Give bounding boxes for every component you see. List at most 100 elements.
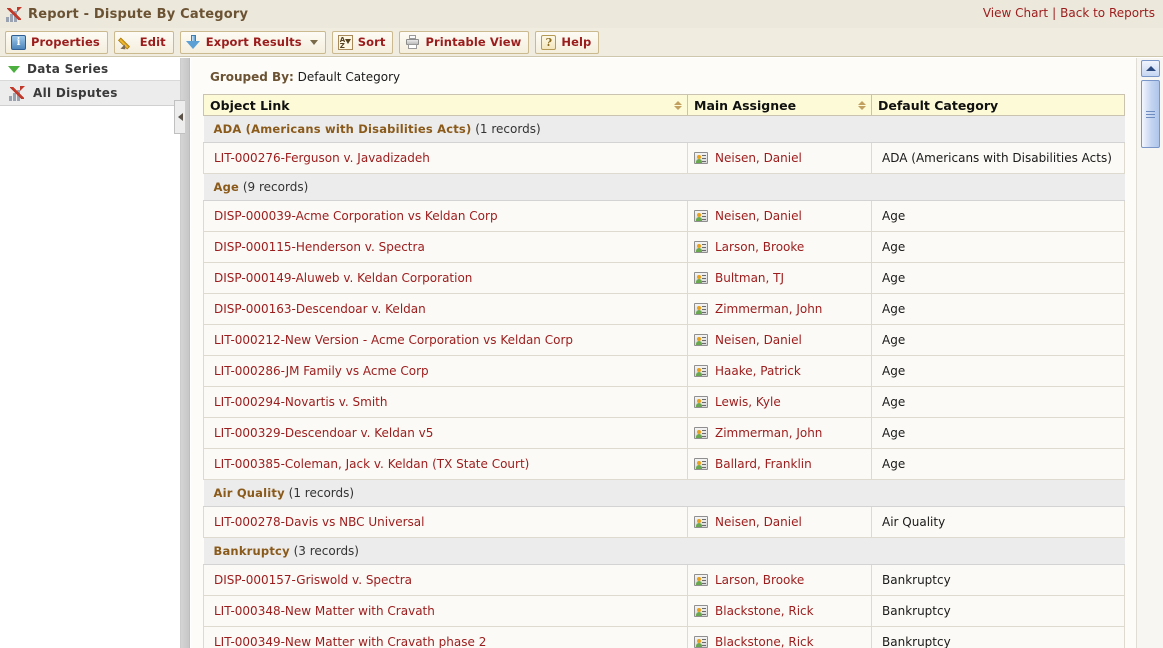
edit-button[interactable]: Edit — [113, 30, 174, 54]
assignee-link[interactable]: Blackstone, Rick — [715, 604, 814, 618]
cell-main-assignee: Zimmerman, John — [687, 293, 872, 325]
cell-object-link: LIT-000294-Novartis v. Smith — [203, 386, 688, 418]
cell-main-assignee: Bultman, TJ — [687, 262, 872, 294]
object-link[interactable]: LIT-000278-Davis vs NBC Universal — [214, 515, 424, 529]
cell-object-link: LIT-000286-JM Family vs Acme Corp — [203, 355, 688, 387]
cell-main-assignee: Neisen, Daniel — [687, 142, 872, 174]
title-bar: Report - Dispute By Category View Chart |… — [0, 0, 1163, 29]
object-link[interactable]: DISP-000157-Griswold v. Spectra — [214, 573, 412, 587]
assignee-link[interactable]: Larson, Brooke — [715, 240, 804, 254]
sort-button[interactable]: AZ Sort — [331, 30, 394, 54]
object-link[interactable]: LIT-000329-Descendoar v. Keldan v5 — [214, 426, 433, 440]
object-link[interactable]: DISP-000163-Descendoar v. Keldan — [214, 302, 426, 316]
assignee-link[interactable]: Lewis, Kyle — [715, 395, 781, 409]
group-record-count: (1 records) — [475, 122, 541, 136]
cell-object-link: LIT-000385-Coleman, Jack v. Keldan (TX S… — [203, 448, 688, 480]
cell-object-link: LIT-000329-Descendoar v. Keldan v5 — [203, 417, 688, 449]
object-link[interactable]: LIT-000294-Novartis v. Smith — [214, 395, 387, 409]
pencil-icon — [117, 35, 135, 52]
cell-object-link: LIT-000348-New Matter with Cravath — [203, 595, 688, 627]
assignee-link[interactable]: Blackstone, Rick — [715, 635, 814, 648]
panel-splitter[interactable] — [181, 58, 190, 648]
export-results-button[interactable]: Export Results — [179, 30, 326, 54]
contact-card-icon — [694, 272, 708, 284]
column-header-main-assignee[interactable]: Main Assignee — [687, 94, 872, 116]
contact-card-icon — [694, 516, 708, 528]
object-link[interactable]: LIT-000385-Coleman, Jack v. Keldan (TX S… — [214, 457, 529, 471]
sidebar-header-data-series[interactable]: Data Series — [0, 58, 180, 81]
object-link[interactable]: DISP-000115-Henderson v. Spectra — [214, 240, 425, 254]
contact-card-icon — [694, 365, 708, 377]
assignee-link[interactable]: Neisen, Daniel — [715, 151, 802, 165]
scrollbar-thumb[interactable] — [1141, 80, 1160, 148]
chevron-down-icon[interactable] — [309, 39, 318, 45]
cell-main-assignee: Neisen, Daniel — [687, 324, 872, 356]
help-button[interactable]: ? Help — [535, 30, 600, 54]
assignee-link[interactable]: Zimmerman, John — [715, 426, 822, 440]
group-header-row: Air Quality (1 records) — [203, 479, 1125, 507]
object-link[interactable]: DISP-000149-Aluweb v. Keldan Corporation — [214, 271, 472, 285]
triangle-down-icon — [8, 65, 20, 73]
cell-default-category: Age — [871, 231, 1125, 263]
sort-arrows-icon[interactable] — [857, 99, 866, 112]
properties-button[interactable]: i Properties — [5, 30, 108, 54]
assignee-link[interactable]: Larson, Brooke — [715, 573, 804, 587]
object-link[interactable]: LIT-000212-New Version - Acme Corporatio… — [214, 333, 573, 347]
object-link[interactable]: DISP-000039-Acme Corporation vs Keldan C… — [214, 209, 498, 223]
assignee-link[interactable]: Haake, Patrick — [715, 364, 801, 378]
cell-default-category: Age — [871, 448, 1125, 480]
assignee-link[interactable]: Bultman, TJ — [715, 271, 784, 285]
cell-object-link: LIT-000349-New Matter with Cravath phase… — [203, 626, 688, 648]
object-link[interactable]: LIT-000286-JM Family vs Acme Corp — [214, 364, 429, 378]
scroll-up-arrow-icon — [1145, 66, 1156, 71]
cell-default-category: Age — [871, 417, 1125, 449]
sort-arrows-icon[interactable] — [673, 99, 682, 112]
column-header-default-category[interactable]: Default Category — [871, 94, 1125, 116]
cell-object-link: DISP-000157-Griswold v. Spectra — [203, 564, 688, 596]
object-link[interactable]: LIT-000276-Ferguson v. Javadizadeh — [214, 151, 430, 165]
view-chart-link[interactable]: View Chart — [983, 6, 1048, 20]
group-header-cell: Age (9 records) — [203, 173, 1125, 201]
assignee-link[interactable]: Neisen, Daniel — [715, 515, 802, 529]
cell-default-category: Age — [871, 293, 1125, 325]
contact-card-icon — [694, 605, 708, 617]
sidebar-header-label: Data Series — [27, 62, 109, 76]
printable-view-button-label: Printable View — [425, 35, 522, 49]
printer-icon — [405, 34, 420, 50]
scroll-up-button[interactable] — [1141, 60, 1160, 77]
contact-card-icon — [694, 152, 708, 164]
table-row: DISP-000157-Griswold v. Spectra Larson, B… — [203, 564, 1125, 596]
sort-button-label: Sort — [357, 35, 386, 49]
column-header-object-link[interactable]: Object Link — [203, 94, 688, 116]
assignee-link[interactable]: Neisen, Daniel — [715, 209, 802, 223]
contact-card-icon — [694, 210, 708, 222]
object-link[interactable]: LIT-000348-New Matter with Cravath — [214, 604, 435, 618]
cell-default-category: Bankruptcy — [871, 626, 1125, 648]
table-row: LIT-000329-Descendoar v. Keldan v5 Zimmer… — [203, 417, 1125, 449]
table-header-row: Object Link Main Assignee Default Catego… — [203, 94, 1125, 116]
toolbar: i Properties Edit Export Results AZ Sort — [0, 28, 1163, 57]
group-header-cell: Bankruptcy (3 records) — [203, 537, 1125, 565]
cell-object-link: LIT-000276-Ferguson v. Javadizadeh — [203, 142, 688, 174]
assignee-link[interactable]: Neisen, Daniel — [715, 333, 802, 347]
cell-default-category: Age — [871, 355, 1125, 387]
download-arrow-icon — [185, 34, 201, 50]
cell-object-link: DISP-000039-Acme Corporation vs Keldan C… — [203, 200, 688, 232]
assignee-link[interactable]: Zimmerman, John — [715, 302, 822, 316]
back-to-reports-link[interactable]: Back to Reports — [1060, 6, 1155, 20]
sidebar-item-all-disputes[interactable]: All Disputes — [0, 81, 180, 106]
contact-card-icon — [694, 636, 708, 648]
assignee-link[interactable]: Ballard, Franklin — [715, 457, 812, 471]
vertical-scrollbar[interactable] — [1136, 58, 1163, 648]
object-link[interactable]: LIT-000349-New Matter with Cravath phase… — [214, 635, 486, 648]
application-window: Report - Dispute By Category View Chart |… — [0, 0, 1163, 648]
cell-main-assignee: Larson, Brooke — [687, 564, 872, 596]
group-header-cell: Air Quality (1 records) — [203, 479, 1125, 507]
table-row: DISP-000149-Aluweb v. Keldan Corporation… — [203, 262, 1125, 294]
grouped-by-value: Default Category — [297, 70, 401, 84]
cell-object-link: DISP-000149-Aluweb v. Keldan Corporation — [203, 262, 688, 294]
sidebar-collapse-button[interactable] — [174, 100, 185, 134]
table-row: LIT-000294-Novartis v. Smith Lewis, Kyle A… — [203, 386, 1125, 418]
edit-button-label: Edit — [139, 35, 166, 49]
printable-view-button[interactable]: Printable View — [399, 30, 530, 54]
